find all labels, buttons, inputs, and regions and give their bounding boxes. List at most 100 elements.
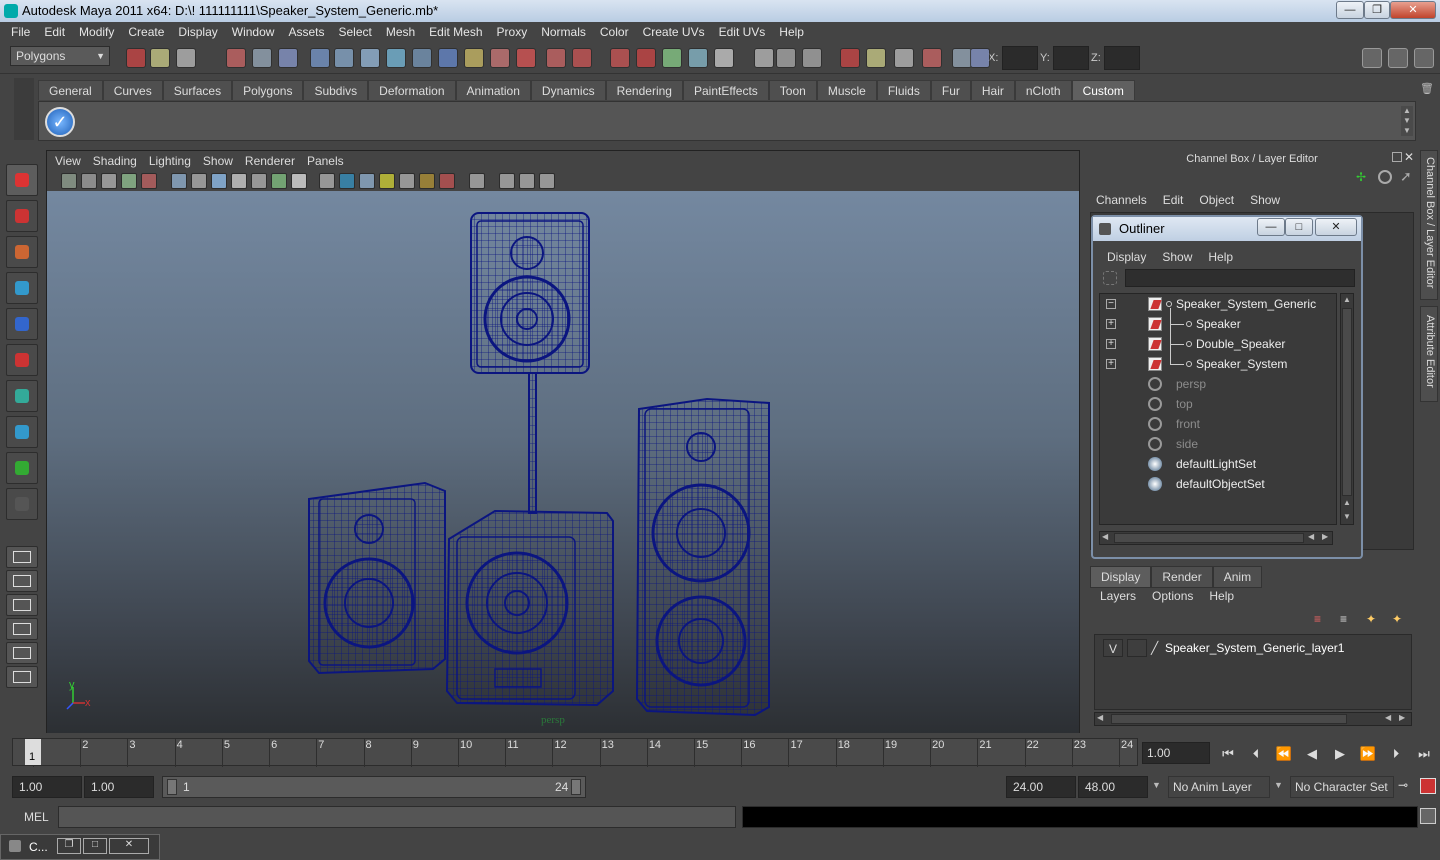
panel-tool-icon-5[interactable]: [141, 173, 157, 189]
universal-manip-icon[interactable]: [6, 380, 38, 412]
current-time-marker[interactable]: 1: [25, 739, 41, 765]
status-tool-icon-11[interactable]: [412, 48, 432, 68]
expand-icon[interactable]: +: [1106, 319, 1116, 329]
outliner-menu-show[interactable]: Show: [1154, 247, 1200, 267]
panel-menu-view[interactable]: View: [49, 151, 87, 171]
new-layer-icon[interactable]: ✦: [1366, 612, 1384, 628]
panel-tool-icon-21[interactable]: [499, 173, 515, 189]
new-layer-selected-icon[interactable]: ✦: [1392, 612, 1410, 628]
expand-icon[interactable]: +: [1106, 359, 1116, 369]
layer-menu-options[interactable]: Options: [1144, 586, 1201, 606]
panel-tool-icon-13[interactable]: [319, 173, 335, 189]
menu-file[interactable]: File: [4, 22, 37, 42]
layer-scroll-left-icon-2[interactable]: ◀: [1385, 713, 1391, 722]
range-slider[interactable]: 1 24: [162, 776, 586, 798]
playback-end-field[interactable]: 24.00: [1006, 776, 1076, 798]
show-hide-panel-icon[interactable]: [1362, 48, 1382, 68]
scale-arrow-icon[interactable]: ➚: [1400, 168, 1412, 185]
status-tool-icon-31[interactable]: [970, 48, 990, 68]
current-frame-field[interactable]: 1.00: [1142, 742, 1210, 764]
status-tool-icon-5[interactable]: [252, 48, 272, 68]
collapse-icon[interactable]: −: [1106, 299, 1116, 309]
status-tool-icon-24[interactable]: [776, 48, 796, 68]
y-input[interactable]: [1053, 46, 1089, 70]
channel-menu-object[interactable]: Object: [1191, 190, 1242, 210]
range-end-handle[interactable]: [571, 779, 581, 795]
menu-assets[interactable]: Assets: [281, 22, 331, 42]
panel-tool-icon-9[interactable]: [231, 173, 247, 189]
sphere-manipulator-icon[interactable]: [6, 308, 38, 340]
layer-display-type-toggle[interactable]: [1127, 639, 1147, 657]
layer-tab-anim[interactable]: Anim: [1212, 566, 1263, 588]
minimize-button[interactable]: —: [1336, 1, 1364, 19]
menu-modify[interactable]: Modify: [72, 22, 121, 42]
scroll-left-icon[interactable]: ◀: [1102, 532, 1108, 541]
shelf-tab-curves[interactable]: Curves: [102, 80, 163, 100]
status-tool-icon-4[interactable]: [226, 48, 246, 68]
mel-label[interactable]: MEL: [24, 810, 49, 824]
float-panel-icon[interactable]: [1392, 152, 1402, 162]
status-tool-icon-26[interactable]: [840, 48, 860, 68]
anim-start-field[interactable]: 1.00: [12, 776, 82, 798]
chevron-down-icon[interactable]: ▼: [1274, 780, 1283, 790]
status-tool-icon-15[interactable]: [516, 48, 536, 68]
outliner-vertical-scrollbar[interactable]: ▲ ▲ ▼: [1340, 293, 1354, 525]
status-tool-icon-25[interactable]: [802, 48, 822, 68]
z-input[interactable]: [1104, 46, 1140, 70]
outliner-minimize-button[interactable]: —: [1257, 218, 1285, 236]
side-tab-channel-box[interactable]: Channel Box / Layer Editor: [1420, 150, 1438, 300]
status-tool-icon-6[interactable]: [278, 48, 298, 68]
layer-scroll-left-icon[interactable]: ◀: [1097, 713, 1103, 722]
menu-display[interactable]: Display: [171, 22, 224, 42]
panel-tool-icon-20[interactable]: [469, 173, 485, 189]
menu-window[interactable]: Window: [225, 22, 282, 42]
range-start-handle[interactable]: [167, 779, 177, 795]
status-tool-icon-22[interactable]: [714, 48, 734, 68]
shelf-tab-painteffects[interactable]: PaintEffects: [682, 80, 769, 100]
outliner-menu-help[interactable]: Help: [1200, 247, 1241, 267]
status-tool-icon-20[interactable]: [662, 48, 682, 68]
status-tool-icon-16[interactable]: [546, 48, 566, 68]
status-tool-icon-13[interactable]: [464, 48, 484, 68]
menu-color[interactable]: Color: [593, 22, 636, 42]
scroll-left-icon-2[interactable]: ◀: [1308, 532, 1314, 541]
shelf-tab-deformation[interactable]: Deformation: [368, 80, 456, 100]
scroll-up-icon[interactable]: ▲: [1341, 295, 1353, 304]
shelf-tab-toon[interactable]: Toon: [768, 80, 817, 100]
panel-tool-icon-8[interactable]: [211, 173, 227, 189]
layer-visibility-toggle[interactable]: V: [1103, 639, 1123, 657]
menu-select[interactable]: Select: [331, 22, 378, 42]
filter-icon[interactable]: [1103, 271, 1117, 285]
shelf-scroll-arrows[interactable]: ▲ ▼ ▼: [1401, 106, 1413, 136]
four-pane-layout-icon[interactable]: [6, 570, 38, 592]
status-tool-icon-28[interactable]: [894, 48, 914, 68]
script-editor-icon[interactable]: [1420, 808, 1436, 824]
outliner-filter-input[interactable]: [1125, 269, 1355, 287]
outliner-close-button[interactable]: ✕: [1315, 218, 1357, 236]
status-tool-icon-9[interactable]: [360, 48, 380, 68]
shelf-tab-dynamics[interactable]: Dynamics: [530, 80, 606, 100]
layer-hscroll-thumb[interactable]: [1111, 714, 1347, 724]
play-forward-icon[interactable]: ▶: [1330, 744, 1350, 764]
status-tool-icon-29[interactable]: [922, 48, 942, 68]
panel-tool-icon-2[interactable]: [81, 173, 97, 189]
shelf-tab-general[interactable]: General: [38, 80, 103, 100]
status-tool-icon-17[interactable]: [572, 48, 592, 68]
scale-tool-icon[interactable]: [6, 416, 38, 448]
outliner-item-speaker[interactable]: + Speaker: [1100, 314, 1338, 334]
step-forward-key-icon[interactable]: ⏩: [1358, 744, 1378, 764]
channel-box-toggle-icon[interactable]: [1388, 48, 1408, 68]
shelf-tab-ncloth[interactable]: nCloth: [1014, 80, 1072, 100]
channel-menu-show[interactable]: Show: [1242, 190, 1288, 210]
maximize-button[interactable]: ❐: [1364, 1, 1390, 19]
shelf-tab-polygons[interactable]: Polygons: [232, 80, 304, 100]
menu-normals[interactable]: Normals: [534, 22, 593, 42]
preferences-icon[interactable]: [1420, 778, 1436, 794]
paint-select-tool-icon[interactable]: [6, 236, 38, 268]
restore-icon[interactable]: ❐: [57, 838, 81, 854]
move-tool-icon[interactable]: [6, 344, 38, 376]
chevron-down-icon[interactable]: ▼: [1152, 780, 1161, 790]
x-input[interactable]: [1002, 46, 1038, 70]
persp-graph-layout-icon[interactable]: [6, 618, 38, 640]
outliner-item-top[interactable]: top: [1100, 394, 1338, 414]
